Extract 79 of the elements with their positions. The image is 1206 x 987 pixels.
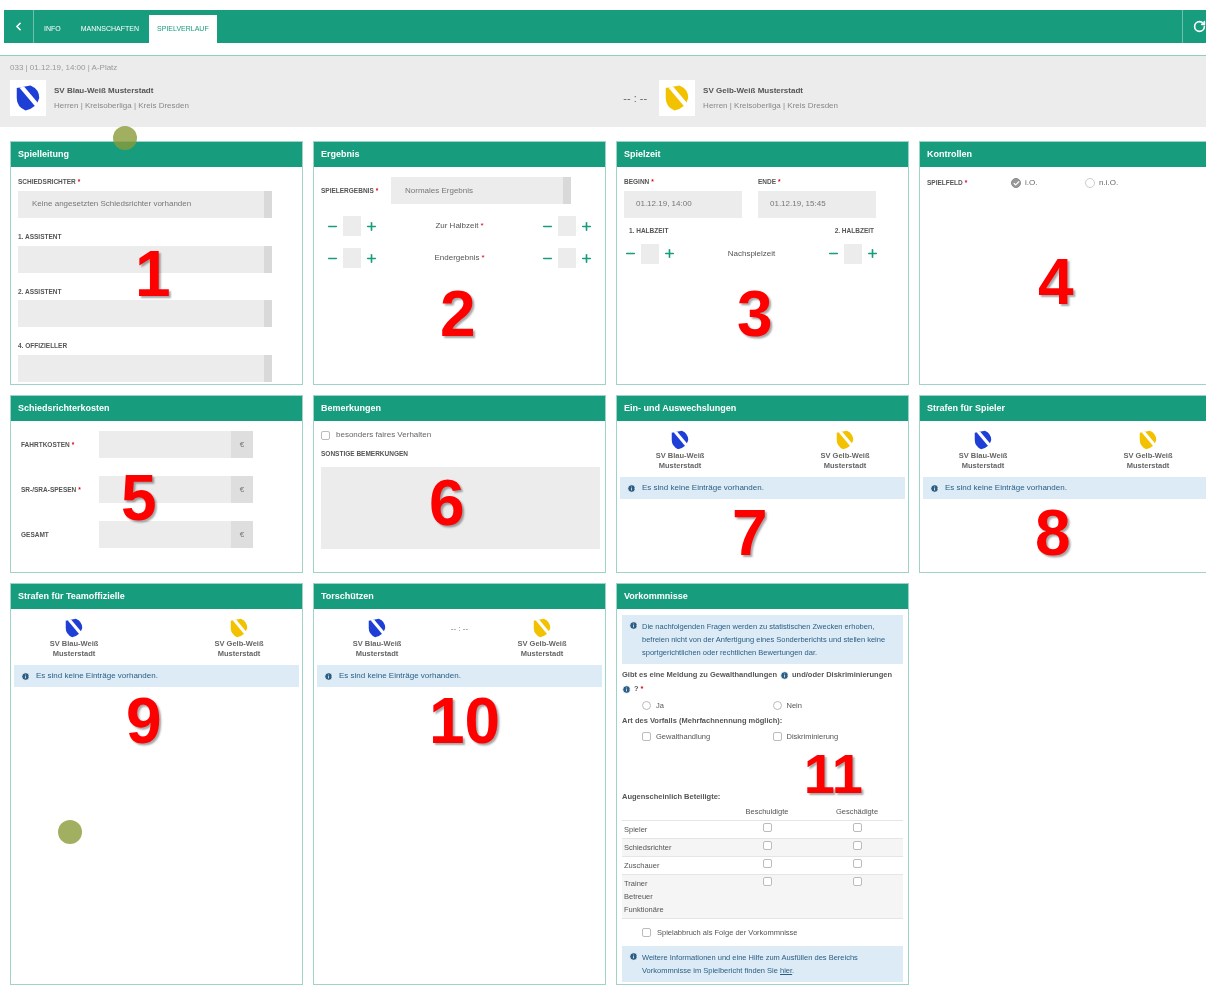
checkbox[interactable] xyxy=(762,823,772,832)
info-text: Es sind keine Einträge vorhanden. xyxy=(36,670,158,682)
annotation-number: 10 xyxy=(429,689,501,753)
plus-icon[interactable] xyxy=(580,219,593,233)
info-text: Es sind keine Einträge vorhanden. xyxy=(339,670,461,682)
annotation-number: 3 xyxy=(737,282,773,346)
checkbox[interactable] xyxy=(762,859,772,868)
plus-icon[interactable] xyxy=(866,247,879,260)
option-label: i.O. xyxy=(1025,177,1038,189)
team-league: Herren | Kreisoberliga | Kreis Dresden xyxy=(703,99,838,112)
checkbox[interactable] xyxy=(852,859,862,868)
panel-header: Spielzeit xyxy=(617,142,908,167)
info-icon xyxy=(627,483,636,493)
radio-button[interactable] xyxy=(1085,178,1095,188)
checkbox[interactable] xyxy=(762,877,772,886)
panel-header: Bemerkungen xyxy=(314,396,605,421)
info-text: Es sind keine Einträge vorhanden. xyxy=(945,482,1067,494)
panel-header: Torschützen xyxy=(314,584,605,609)
panel-header: Schiedsrichterkosten xyxy=(11,396,302,421)
refresh-icon[interactable] xyxy=(1193,20,1206,33)
checkbox[interactable] xyxy=(762,841,772,850)
plus-icon[interactable] xyxy=(663,247,676,260)
match-meta: 033 | 01.12.19, 14:00 | A-Platz xyxy=(10,62,119,74)
annotation-number: 7 xyxy=(732,501,768,565)
annotation-number: 11 xyxy=(803,745,863,802)
info-icon xyxy=(324,671,333,681)
score-text: -- : -- xyxy=(450,623,469,635)
radio-button[interactable] xyxy=(1011,178,1021,188)
info-icon xyxy=(930,483,939,493)
checkbox[interactable] xyxy=(321,430,330,440)
panel-header: Ergebnis xyxy=(314,142,605,167)
checkbox[interactable] xyxy=(642,731,651,741)
plus-icon[interactable] xyxy=(365,251,378,265)
checkbox[interactable] xyxy=(642,928,651,938)
team-name: SV Gelb-Weiß Musterstadt xyxy=(703,84,804,97)
amount-field[interactable]: € xyxy=(99,521,253,548)
annotation-number: 2 xyxy=(440,282,476,346)
select-field[interactable] xyxy=(18,300,272,328)
select-field[interactable] xyxy=(18,355,272,382)
info-icon xyxy=(629,952,638,962)
date-field[interactable]: 01.12.19, 15:45 xyxy=(758,190,876,218)
panel-header: Strafen für Teamoffizielle xyxy=(11,584,302,609)
team-league: Herren | Kreisoberliga | Kreis Dresden xyxy=(54,99,189,112)
option-label: n.i.O. xyxy=(1099,177,1119,189)
amount-field[interactable]: € xyxy=(99,431,253,458)
annotation-number: 8 xyxy=(1035,501,1071,565)
panel-header: Kontrollen xyxy=(920,142,1206,167)
info-icon xyxy=(629,621,638,630)
info-icon xyxy=(622,684,631,694)
plus-icon[interactable] xyxy=(580,251,593,265)
stoppage-time-label: Nachspielzeit xyxy=(727,247,776,260)
panel-header: Ein- und Auswechslungen xyxy=(617,396,908,421)
panel-header: Strafen für Spieler xyxy=(920,396,1206,421)
score-label: Endergebnis * xyxy=(434,252,485,264)
date-field[interactable]: 01.12.19, 14:00 xyxy=(624,190,742,218)
radio-button[interactable] xyxy=(772,701,782,711)
score-text: -- : -- xyxy=(623,90,648,106)
panel-header: Vorkommnisse xyxy=(617,584,908,609)
annotation-number: 9 xyxy=(126,689,162,753)
info-icon xyxy=(21,671,30,681)
annotation-number: 4 xyxy=(1038,250,1074,314)
checkbox[interactable] xyxy=(852,877,862,886)
info-icon xyxy=(780,670,789,680)
checkbox[interactable] xyxy=(852,823,862,832)
required-mark: * xyxy=(481,253,485,262)
select-field[interactable]: Normales Ergebnis xyxy=(391,177,571,204)
panel-header: Spielleitung xyxy=(11,142,302,167)
checkbox[interactable] xyxy=(852,841,862,850)
checkbox-label: besonders faires Verhalten xyxy=(336,429,432,441)
checkbox[interactable] xyxy=(772,731,782,741)
team-name: SV Blau-Weiß Musterstadt xyxy=(54,84,155,97)
select-field[interactable]: Keine angesetzten Schiedsrichter vorhanden xyxy=(18,190,272,218)
plus-icon[interactable] xyxy=(365,219,378,233)
score-label: Zur Halbzeit * xyxy=(435,220,484,232)
required-mark: * xyxy=(480,221,484,230)
radio-button[interactable] xyxy=(642,701,651,711)
info-text: Es sind keine Einträge vorhanden. xyxy=(642,482,764,494)
annotation-number: 6 xyxy=(429,471,465,535)
annotation-number: 1 xyxy=(135,242,171,306)
